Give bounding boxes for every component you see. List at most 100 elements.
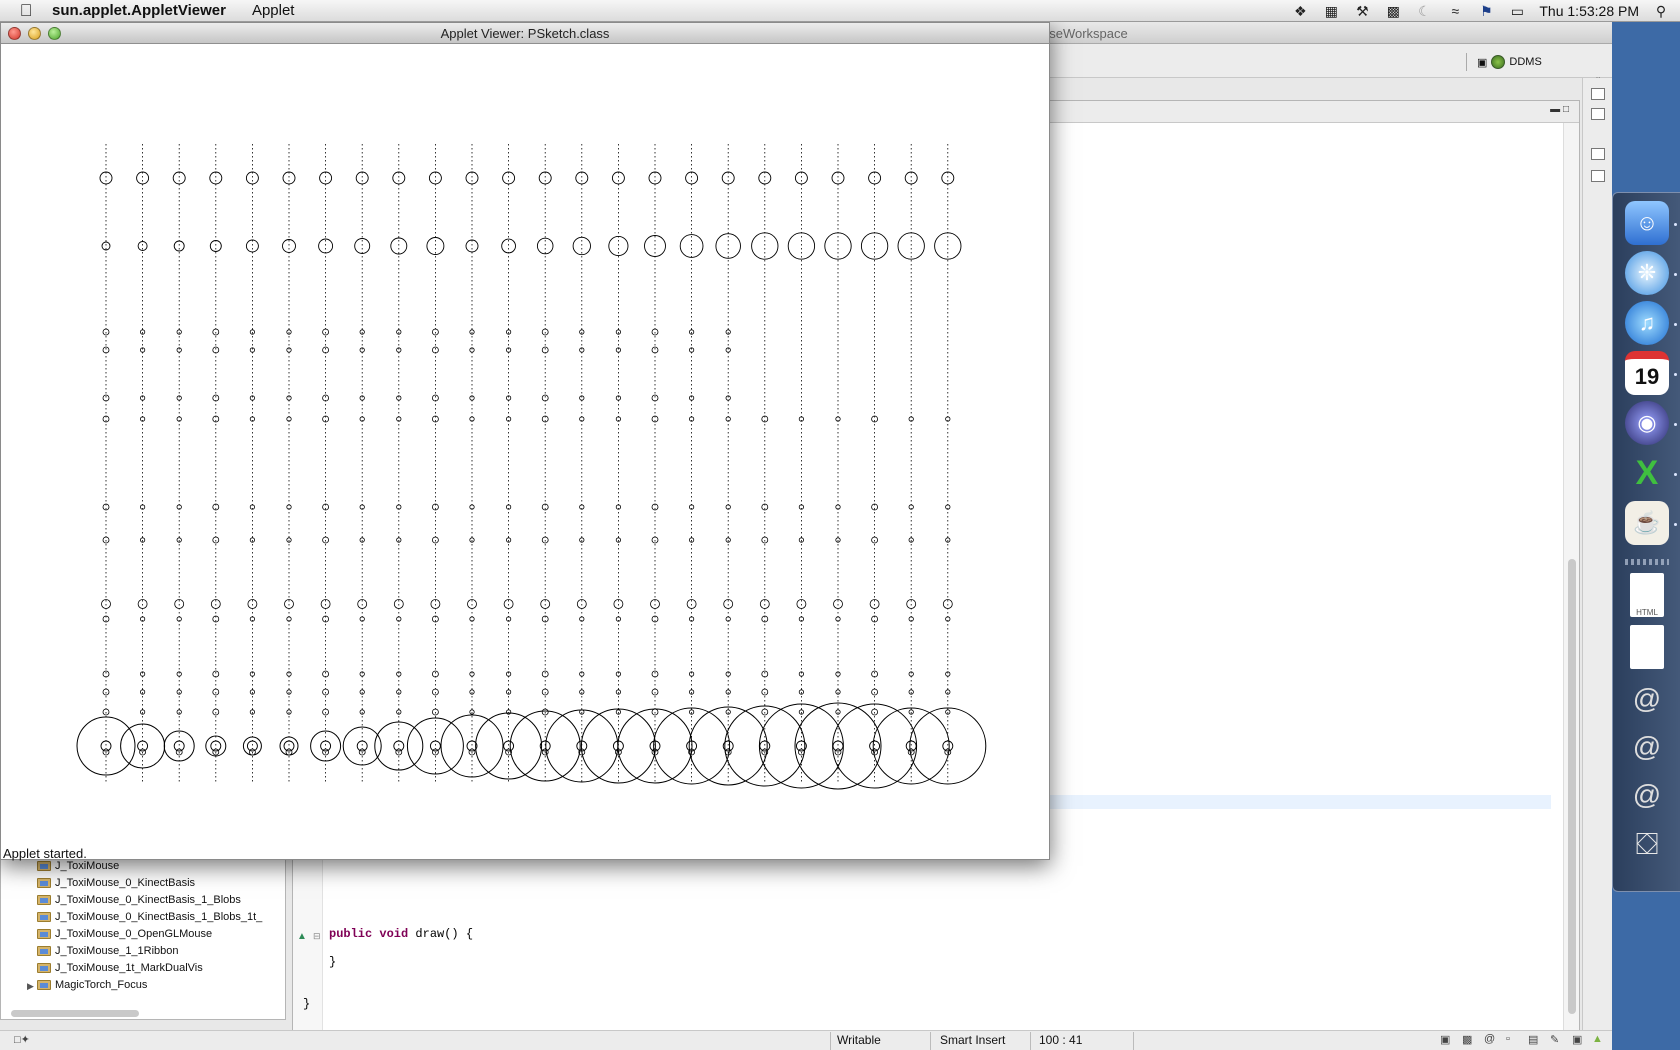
folder-icon: [37, 946, 51, 956]
tools-icon[interactable]: ⚒: [1353, 3, 1371, 20]
sketch-node: [355, 171, 369, 185]
excel-icon[interactable]: X: [1625, 451, 1669, 495]
status-divider: [1030, 1032, 1031, 1050]
trim-toolbar-icon[interactable]: ▣: [1440, 1033, 1450, 1046]
status-divider: [930, 1032, 931, 1050]
sketch-node: [245, 239, 259, 253]
battery-icon[interactable]: ▭: [1508, 3, 1526, 20]
dropbox-icon[interactable]: ❖: [1291, 3, 1309, 20]
safari-icon[interactable]: ❊: [1625, 251, 1669, 295]
eclipse-icon[interactable]: ◉: [1625, 401, 1669, 445]
scrollbar-thumb[interactable]: [1568, 559, 1576, 1014]
editor-scrollbar[interactable]: [1563, 123, 1579, 1035]
sketch-node: [831, 171, 845, 185]
sketch-node: [904, 171, 918, 185]
coffee-icon[interactable]: ☕: [1625, 501, 1669, 545]
code-line-close-class[interactable]: }: [303, 997, 310, 1011]
fast-view-icon[interactable]: □✦: [14, 1033, 30, 1046]
expand-icon[interactable]: ▶: [27, 981, 34, 992]
status-divider: [830, 1032, 831, 1050]
menu-clock[interactable]: Thu 1:53:28 PM: [1539, 3, 1639, 19]
app-name-menu[interactable]: sun.applet.AppletViewer: [52, 2, 226, 19]
code-line-draw[interactable]: public void draw() {: [329, 927, 473, 941]
javadoc-icon[interactable]: @: [1484, 1033, 1495, 1045]
sketch-node: [794, 171, 808, 185]
minimize-maximize-icon[interactable]: ▬ □: [1550, 104, 1569, 115]
declaration-icon[interactable]: ▫: [1506, 1033, 1510, 1045]
applet-viewer-window: Applet Viewer: PSketch.class Applet star…: [0, 22, 1050, 861]
sketch-node: [282, 171, 296, 185]
sketch-ring: [724, 705, 806, 787]
fold-toggle-icon[interactable]: ⊟: [313, 931, 321, 942]
sketch-node: [428, 171, 442, 185]
running-indicator: [1674, 223, 1677, 226]
tasks-icon[interactable]: ▩: [1462, 1033, 1472, 1046]
open-perspective-icon[interactable]: ▣: [1477, 56, 1487, 69]
package-scrollbar[interactable]: [11, 1010, 139, 1017]
package-item[interactable]: J_ToxiMouse_0_KinectBasis_1_Blobs_1t_: [37, 909, 262, 925]
sketch-node: [465, 239, 479, 253]
wifi-icon[interactable]: ≈: [1446, 3, 1464, 19]
running-indicator: [1674, 373, 1677, 376]
moon-icon[interactable]: ☾: [1415, 3, 1433, 20]
status-menu-area: ❖ ▦ ⚒ ▩ ☾ ≈ ⚑ ▭ Thu 1:53:28 PM ⚲: [1291, 0, 1670, 22]
applet-menu[interactable]: Applet: [252, 2, 295, 19]
console-icon[interactable]: ▤: [1528, 1033, 1538, 1046]
flag-icon[interactable]: ⚑: [1477, 3, 1495, 20]
sketch-node: [721, 171, 735, 185]
calendar-day: 19: [1634, 364, 1660, 389]
running-indicator: [1674, 423, 1677, 426]
restore-icon[interactable]: [1591, 88, 1605, 100]
package-item[interactable]: J_ToxiMouse_0_KinectBasis_1_Blobs: [37, 892, 241, 908]
itunes-icon[interactable]: ♫: [1625, 301, 1669, 345]
sketch-node: [209, 240, 222, 252]
apple-menu-icon[interactable]: : [0, 1, 52, 21]
sketch-node: [679, 234, 704, 258]
dock: ☺ ❊ ♫ 19 ◉ X ☕ HTML @ @ @ ⛋: [1612, 192, 1680, 892]
trash-icon[interactable]: ⛋: [1625, 823, 1669, 867]
running-indicator: [1674, 323, 1677, 326]
folder-icon: [37, 980, 51, 990]
package-item[interactable]: J_ToxiMouse_1t_MarkDualVis: [37, 960, 203, 976]
package-item[interactable]: J_ToxiMouse_1_1Ribbon: [37, 943, 179, 959]
status-divider: [1133, 1032, 1134, 1050]
finder-icon[interactable]: ☺: [1625, 201, 1669, 245]
package-item[interactable]: MagicTorch_Focus: [37, 977, 147, 993]
applet-title-bar[interactable]: Applet Viewer: PSketch.class: [1, 23, 1049, 44]
android-icon[interactable]: ▲: [1592, 1033, 1603, 1045]
sketch-canvas[interactable]: [1, 44, 1049, 867]
running-indicator: [1674, 473, 1677, 476]
screen-icon[interactable]: ▦: [1322, 3, 1340, 20]
outline-view-icon[interactable]: [1591, 108, 1605, 120]
blank-doc-icon[interactable]: [1630, 625, 1664, 669]
restore-icon[interactable]: ▣: [1572, 1033, 1582, 1046]
sketch-node: [611, 171, 625, 185]
progress-icon[interactable]: ✎: [1550, 1033, 1559, 1046]
package-item[interactable]: J_ToxiMouse_0_KinectBasis: [37, 875, 195, 891]
folder-icon: [37, 963, 51, 973]
ical-icon[interactable]: 19: [1625, 351, 1669, 395]
spotlight-icon[interactable]: ⚲: [1652, 3, 1670, 20]
task-list-icon[interactable]: [1591, 170, 1605, 182]
eclipse-title: oseWorkspace: [1042, 26, 1128, 41]
folder-icon: [37, 912, 51, 922]
sketch-ring: [406, 717, 464, 775]
sketch-node: [319, 171, 333, 185]
mail-stack-icon[interactable]: @: [1625, 677, 1669, 721]
override-marker-icon: ▲: [297, 931, 307, 942]
applet-window-title: Applet Viewer: PSketch.class: [440, 26, 610, 41]
mail-stack-icon[interactable]: @: [1625, 773, 1669, 817]
running-indicator: [1674, 273, 1677, 276]
package-explorer: J_ToxiMouse J_ToxiMouse_0_KinectBasis J_…: [0, 852, 286, 1020]
html-doc-icon[interactable]: HTML: [1630, 573, 1664, 617]
app-icon[interactable]: ▩: [1384, 3, 1402, 20]
mail-stack-icon[interactable]: @: [1625, 725, 1669, 769]
code-line-close-method[interactable]: }: [329, 955, 336, 969]
perspective-ddms-button[interactable]: ▣ DDMS: [1466, 53, 1542, 71]
insert-mode-status: Smart Insert: [940, 1033, 1006, 1047]
eclipse-status-bar: □✦ Writable Smart Insert 100 : 41 ▣ ▩ @ …: [0, 1030, 1612, 1050]
cursor-position: 100 : 41: [1039, 1033, 1083, 1047]
sketch-node: [392, 171, 406, 185]
package-item[interactable]: J_ToxiMouse_0_OpenGLMouse: [37, 926, 212, 942]
restore-icon[interactable]: [1591, 148, 1605, 160]
